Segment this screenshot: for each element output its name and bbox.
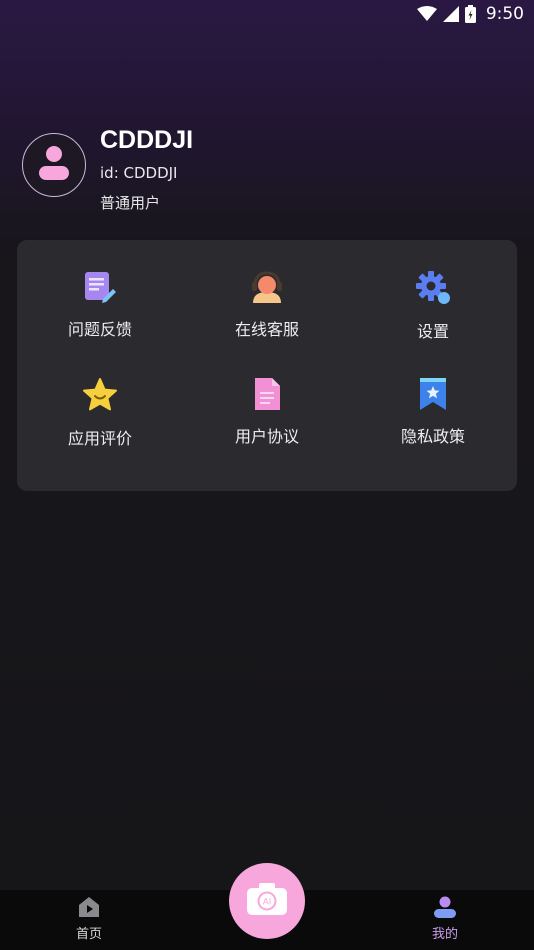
menu-label: 隐私政策 [400, 427, 465, 446]
gear-icon [415, 270, 451, 306]
avatar[interactable] [22, 133, 86, 197]
ai-camera-label: AI [263, 897, 272, 907]
star-icon [82, 377, 118, 413]
menu-label: 用户协议 [234, 427, 299, 446]
home-icon [77, 896, 101, 922]
menu-item-user-agreement[interactable]: 用户协议 [184, 347, 350, 447]
menu-item-privacy-policy[interactable]: 隐私政策 [350, 347, 516, 447]
feedback-icon [82, 270, 118, 304]
profile-header: CDDDJI id: CDDDJI 普通用户 [22, 126, 502, 213]
document-icon [249, 377, 285, 411]
nav-item-mine[interactable]: 我的 [405, 896, 485, 942]
username: CDDDJI [100, 126, 194, 154]
menu-label: 应用评价 [67, 429, 132, 448]
ai-camera-button[interactable]: AI [229, 863, 305, 939]
camera-icon: AI [245, 881, 289, 921]
menu-label: 在线客服 [234, 320, 299, 339]
menu-item-customer-service[interactable]: 在线客服 [184, 240, 350, 340]
battery-icon [464, 5, 476, 23]
menu-item-settings[interactable]: 设置 [350, 240, 516, 341]
nav-label-mine: 我的 [431, 927, 458, 942]
menu-item-feedback[interactable]: 问题反馈 [17, 240, 183, 340]
menu-card: 问题反馈 在线客服 设置 应用评价 用户协议 隐私政策 [17, 240, 517, 491]
signal-icon [442, 6, 459, 22]
status-time: 9:50 [485, 4, 524, 24]
status-bar: 9:50 [0, 0, 534, 28]
wifi-icon [416, 6, 437, 22]
nav-item-home[interactable]: 首页 [49, 896, 129, 942]
customer-service-icon [249, 270, 285, 304]
menu-label: 设置 [416, 322, 449, 341]
nav-label-home: 首页 [75, 927, 102, 942]
person-icon [433, 896, 457, 922]
menu-item-app-rating[interactable]: 应用评价 [17, 347, 183, 448]
user-id: id: CDDDJI [100, 164, 178, 182]
menu-label: 问题反馈 [67, 320, 132, 339]
bookmark-icon [415, 377, 451, 411]
user-type: 普通用户 [100, 194, 161, 212]
person-icon [38, 144, 70, 186]
